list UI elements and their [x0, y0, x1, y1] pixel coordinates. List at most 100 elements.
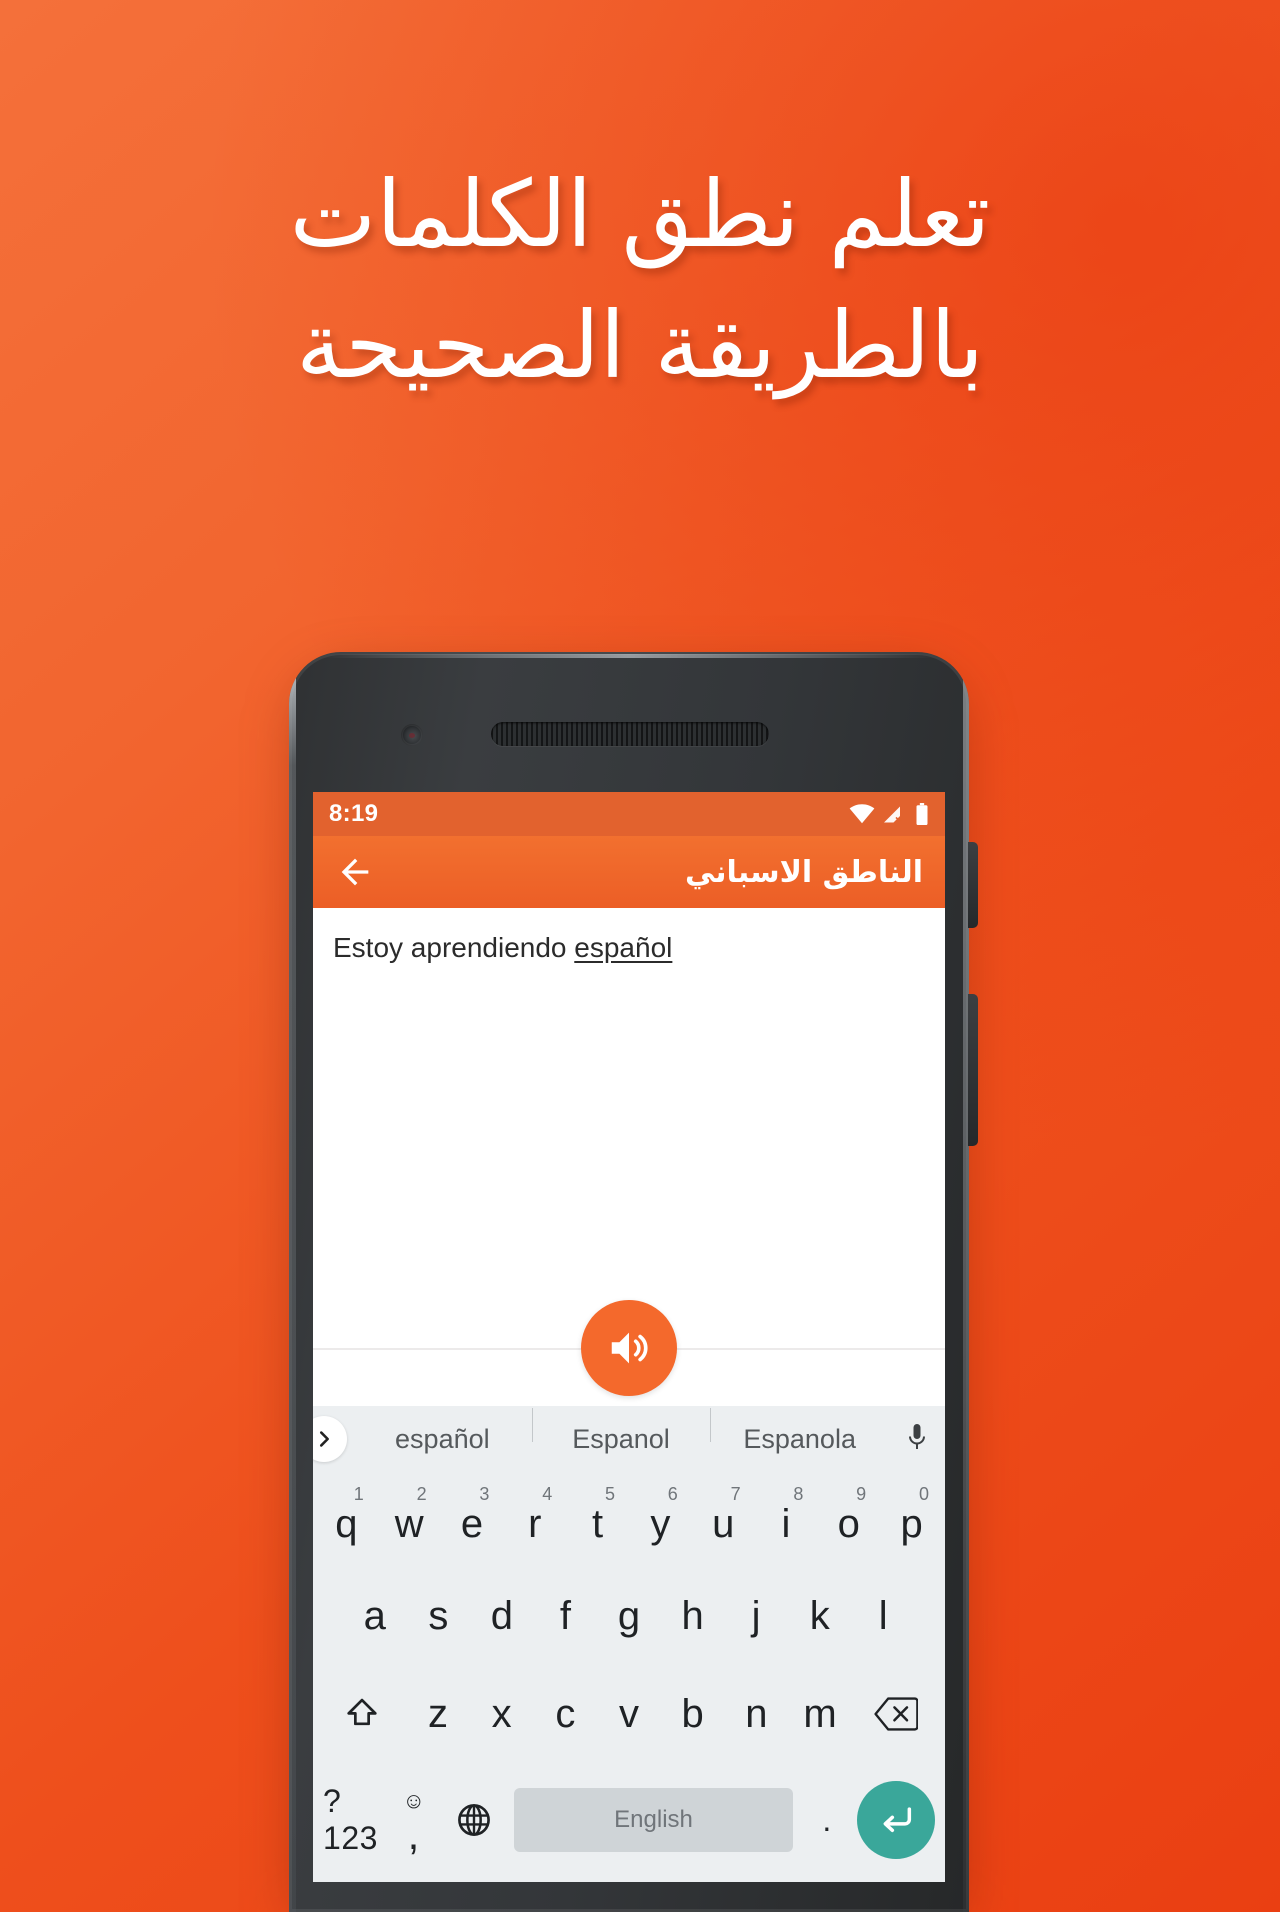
key-number-label: 1 — [353, 1484, 364, 1504]
key-h[interactable]: h — [661, 1574, 725, 1658]
comma-emoji-key[interactable]: ☺ , — [383, 1780, 443, 1860]
key-p[interactable]: 0p — [880, 1482, 943, 1566]
chevron-right-icon — [319, 1431, 329, 1447]
speak-button[interactable] — [581, 1300, 677, 1396]
keyboard-row-1: 1q 2w 3e 4r 5t 6y 7u 8i 9o 0p — [313, 1476, 945, 1574]
battery-icon — [916, 803, 928, 825]
key-r[interactable]: 4r — [503, 1482, 566, 1566]
key-z[interactable]: z — [406, 1672, 470, 1756]
key-x[interactable]: x — [470, 1672, 534, 1756]
voice-input-button[interactable] — [889, 1422, 945, 1456]
key-d[interactable]: d — [470, 1574, 534, 1658]
volume-up-icon — [611, 1332, 648, 1364]
key-s[interactable]: s — [407, 1574, 471, 1658]
backspace-icon — [874, 1697, 919, 1731]
back-arrow-icon[interactable] — [335, 852, 375, 892]
phone-body: 8:19 الناطق الاسباني Estoy aprendiendo e… — [289, 652, 969, 1912]
key-u[interactable]: 7u — [692, 1482, 755, 1566]
period-key[interactable]: . — [803, 1780, 851, 1860]
suggestion-item[interactable]: Espanola — [710, 1407, 889, 1455]
phone-left-edge-highlight — [289, 652, 296, 1912]
key-i[interactable]: 8i — [755, 1482, 818, 1566]
key-f[interactable]: f — [534, 1574, 598, 1658]
suggestion-item[interactable]: Espanol — [531, 1407, 711, 1455]
key-q[interactable]: 1q — [315, 1482, 378, 1566]
key-n[interactable]: n — [725, 1672, 789, 1756]
globe-language-icon — [458, 1804, 491, 1836]
enter-key[interactable] — [856, 1781, 935, 1859]
suggestions-expand-button[interactable] — [313, 1416, 347, 1462]
phone-top-edge-highlight — [323, 654, 935, 658]
key-letter-label: y — [650, 1501, 671, 1546]
microphone-icon — [909, 1424, 925, 1449]
key-w[interactable]: 2w — [378, 1482, 441, 1566]
suggestion-item[interactable]: español — [353, 1424, 532, 1455]
key-j[interactable]: j — [724, 1574, 788, 1658]
cell-signal-off-icon — [884, 806, 901, 823]
key-l[interactable]: l — [851, 1574, 915, 1658]
phrase-underlined-word: español — [574, 932, 673, 963]
front-camera-icon — [401, 724, 423, 746]
phone-power-button[interactable] — [968, 842, 978, 928]
symbols-key[interactable]: ?123 — [323, 1780, 383, 1860]
on-screen-keyboard: 1q 2w 3e 4r 5t 6y 7u 8i 9o 0p a s d f g … — [313, 1472, 945, 1882]
status-bar-icons — [849, 803, 929, 825]
key-letter-label: p — [900, 1501, 923, 1546]
phone-volume-button[interactable] — [968, 994, 978, 1146]
comma-label: , — [407, 1811, 420, 1858]
promo-screenshot: تعلم نطق الكلمات بالطريقة الصحيحة 8:19 ا… — [0, 0, 1280, 1912]
text-input-area[interactable]: Estoy aprendiendo español — [313, 908, 945, 1406]
key-b[interactable]: b — [661, 1672, 725, 1756]
key-number-label: 6 — [667, 1484, 678, 1504]
headline-line-1: تعلم نطق الكلمات — [289, 161, 991, 268]
key-v[interactable]: v — [597, 1672, 661, 1756]
key-o[interactable]: 9o — [817, 1482, 880, 1566]
app-bar-title: الناطق الاسباني — [684, 854, 923, 890]
keyboard-suggestion-strip: español Espanol Espanola — [313, 1406, 945, 1472]
key-number-label: 7 — [730, 1484, 741, 1504]
key-c[interactable]: c — [533, 1672, 597, 1756]
key-letter-label: q — [335, 1501, 358, 1546]
status-bar-clock: 8:19 — [329, 800, 379, 827]
status-bar: 8:19 — [313, 792, 945, 836]
enter-return-icon — [883, 1807, 912, 1833]
phone-screen: 8:19 الناطق الاسباني Estoy aprendiendo e… — [313, 792, 945, 1882]
language-switch-key[interactable] — [444, 1780, 504, 1860]
backspace-key[interactable] — [852, 1672, 941, 1756]
shift-key[interactable] — [317, 1672, 406, 1756]
key-y[interactable]: 6y — [629, 1482, 692, 1566]
keyboard-row-3: z x c v b n m — [313, 1672, 945, 1770]
phrase-text[interactable]: Estoy aprendiendo español — [313, 908, 945, 965]
key-e[interactable]: 3e — [441, 1482, 504, 1566]
key-k[interactable]: k — [788, 1574, 852, 1658]
key-number-label: 9 — [856, 1484, 867, 1504]
key-a[interactable]: a — [343, 1574, 407, 1658]
key-letter-label: t — [592, 1501, 604, 1546]
key-t[interactable]: 5t — [566, 1482, 629, 1566]
key-letter-label: i — [781, 1501, 791, 1546]
key-number-label: 3 — [479, 1484, 490, 1504]
wifi-icon — [849, 804, 875, 824]
key-g[interactable]: g — [597, 1574, 661, 1658]
phone-mockup: 8:19 الناطق الاسباني Estoy aprendiendo e… — [289, 652, 978, 1912]
spacebar-key[interactable]: English — [514, 1788, 793, 1852]
key-number-label: 8 — [793, 1484, 804, 1504]
key-letter-label: r — [528, 1501, 542, 1546]
key-letter-label: o — [837, 1501, 860, 1546]
app-bar: الناطق الاسباني — [313, 836, 945, 908]
key-letter-label: w — [394, 1501, 424, 1546]
key-number-label: 0 — [918, 1484, 929, 1504]
key-letter-label: e — [460, 1501, 484, 1546]
key-number-label: 2 — [416, 1484, 427, 1504]
keyboard-row-2: a s d f g h j k l — [313, 1574, 945, 1672]
key-letter-label: u — [712, 1501, 735, 1546]
phrase-prefix: Estoy aprendiendo — [333, 932, 575, 963]
earpiece-speaker-grille — [491, 722, 769, 746]
page-title: تعلم نطق الكلمات بالطريقة الصحيحة — [0, 150, 1280, 411]
key-m[interactable]: m — [788, 1672, 852, 1756]
shift-up-icon — [346, 1698, 377, 1726]
key-number-label: 5 — [604, 1484, 615, 1504]
suggestion-list: español Espanol Espanola — [353, 1407, 889, 1455]
headline-line-2: بالطريقة الصحيحة — [296, 291, 984, 399]
key-number-label: 4 — [542, 1484, 553, 1504]
